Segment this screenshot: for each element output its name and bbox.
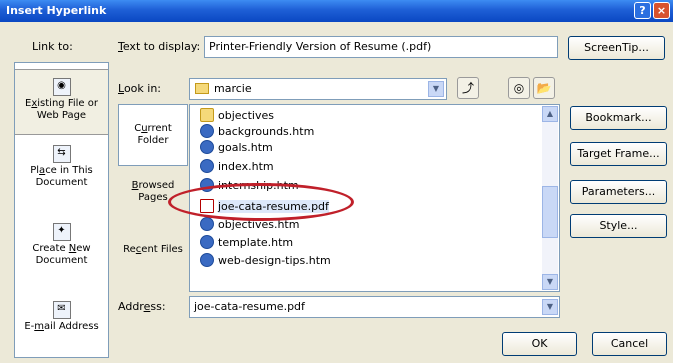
help-icon[interactable]: ? [634, 2, 651, 19]
dialog-title: Insert Hyperlink [6, 4, 107, 17]
file-row-backgrounds[interactable]: backgrounds.htm [200, 124, 314, 140]
style-button[interactable]: Style... [570, 214, 667, 238]
file-list-scrollbar[interactable]: ▲ ▼ [542, 106, 558, 290]
ok-button[interactable]: OK [502, 332, 577, 356]
link-existing-file-label: Existing File or Web Page [25, 98, 98, 121]
link-existing-file[interactable]: ◉ Existing File or Web Page [15, 69, 108, 135]
address-input[interactable]: joe-cata-resume.pdf ▼ [189, 296, 560, 318]
screentip-button[interactable]: ScreenTip... [568, 36, 665, 60]
location-current-folder[interactable]: Current Folder [118, 104, 188, 166]
html-file-icon [200, 159, 214, 173]
link-to-bar: ◉ Existing File or Web Page ⇆ Place in T… [14, 62, 109, 358]
link-to-label: Link to: [32, 40, 73, 53]
text-to-display-label: Text to display: [118, 40, 201, 53]
annotation-ellipse [168, 183, 354, 221]
email-icon: ✉ [52, 301, 71, 319]
html-file-icon [200, 140, 214, 154]
address-label: Address: [118, 300, 166, 313]
file-row-goals[interactable]: goals.htm [200, 140, 273, 156]
up-one-folder-icon[interactable]: ⤴ [457, 77, 479, 99]
web-page-icon: ◉ [52, 78, 71, 96]
scroll-up-icon[interactable]: ▲ [542, 106, 558, 122]
chevron-down-icon[interactable]: ▼ [542, 299, 558, 315]
html-file-icon [200, 253, 214, 267]
target-frame-button[interactable]: Target Frame... [570, 142, 667, 166]
file-row-index[interactable]: index.htm [200, 159, 274, 175]
look-in-label: Look in: [118, 82, 161, 95]
html-file-icon [200, 217, 214, 231]
bookmark-button[interactable]: Bookmark... [570, 106, 667, 130]
browse-file-icon[interactable]: 📂 [533, 77, 555, 99]
scroll-down-icon[interactable]: ▼ [542, 274, 558, 290]
folder-icon [200, 108, 214, 122]
look-in-value: marcie [214, 82, 252, 95]
file-row-objectives-folder[interactable]: objectives [200, 108, 274, 124]
address-value: joe-cata-resume.pdf [194, 300, 305, 313]
file-row-template[interactable]: template.htm [200, 235, 293, 251]
text-to-display-input[interactable]: Printer-Friendly Version of Resume (.pdf… [204, 36, 558, 58]
html-file-icon [200, 124, 214, 138]
html-file-icon [200, 235, 214, 249]
chevron-down-icon[interactable]: ▼ [428, 81, 444, 97]
folder-icon [195, 83, 209, 94]
link-place-label: Place in This Document [30, 165, 93, 188]
cancel-button[interactable]: Cancel [592, 332, 667, 356]
insert-hyperlink-dialog: Insert Hyperlink ? × Link to: ◉ Existing… [0, 0, 673, 363]
link-email-address[interactable]: ✉ E-mail Address [15, 301, 108, 333]
link-create-new-document[interactable]: ✦ Create New Document [15, 223, 108, 267]
close-icon[interactable]: × [653, 2, 670, 19]
title-bar[interactable]: Insert Hyperlink ? × [0, 0, 673, 22]
look-in-dropdown[interactable]: marcie ▼ [189, 78, 447, 100]
document-place-icon: ⇆ [52, 145, 71, 163]
link-create-new-label: Create New Document [32, 243, 91, 266]
new-document-icon: ✦ [52, 223, 71, 241]
scrollbar-thumb[interactable] [542, 186, 558, 238]
browse-web-icon[interactable]: ◎ [508, 77, 530, 99]
file-row-web-design-tips[interactable]: web-design-tips.htm [200, 253, 331, 269]
parameters-button[interactable]: Parameters... [570, 180, 667, 204]
link-place-in-document[interactable]: ⇆ Place in This Document [15, 145, 108, 189]
location-recent-files[interactable]: Recent Files [118, 244, 188, 256]
link-email-label: E-mail Address [24, 321, 99, 332]
